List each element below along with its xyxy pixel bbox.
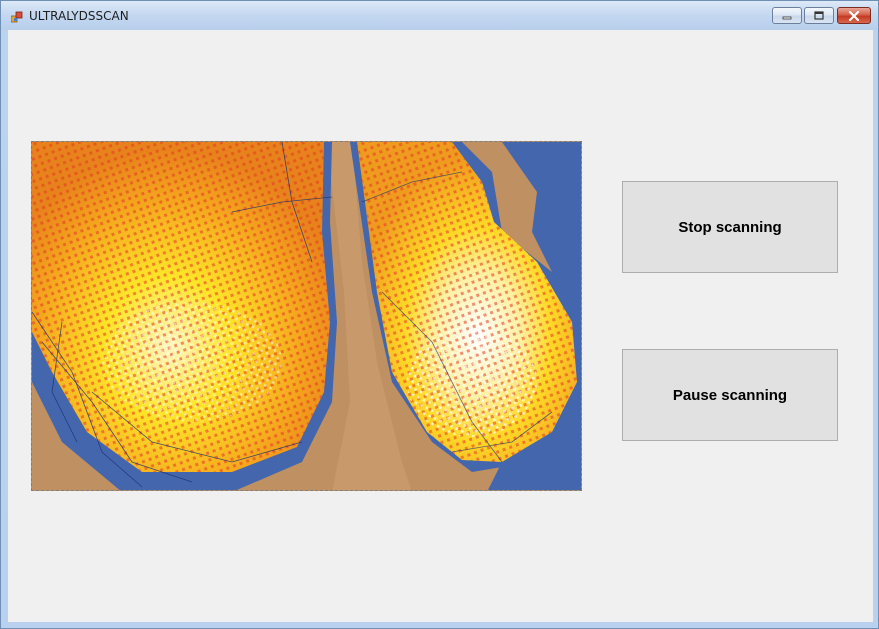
app-icon (10, 10, 23, 23)
pause-scanning-button[interactable]: Pause scanning (622, 349, 838, 441)
maximize-icon (814, 10, 824, 20)
window-title: ULTRALYDSSCAN (29, 9, 129, 23)
scan-viewport[interactable] (31, 141, 582, 491)
close-button[interactable] (837, 7, 871, 24)
maximize-button[interactable] (804, 7, 834, 24)
application-window: ULTRALYDSSCAN Stop scanning Pause scanni… (0, 0, 879, 629)
client-area: Stop scanning Pause scanning (8, 30, 873, 622)
title-bar[interactable]: ULTRALYDSSCAN (1, 1, 878, 30)
scan-render (32, 142, 581, 490)
stop-scanning-button[interactable]: Stop scanning (622, 181, 838, 273)
minimize-button[interactable] (772, 7, 802, 24)
minimize-icon (782, 16, 792, 19)
close-icon (848, 10, 860, 21)
